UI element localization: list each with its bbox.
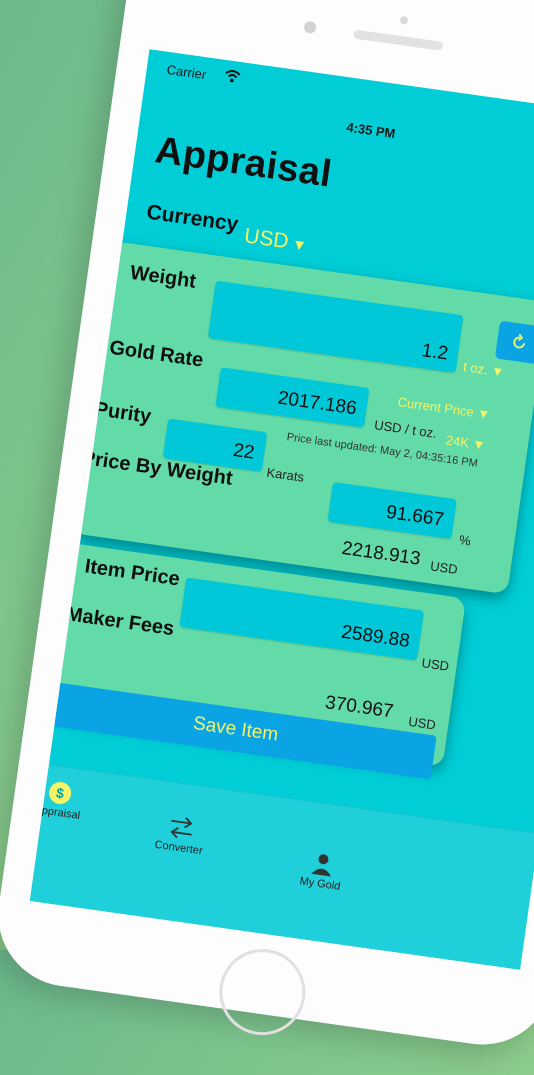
price-source-dropdown[interactable]: Current Price ▼ <box>397 394 491 422</box>
purity-percent-input[interactable]: 91.667 <box>327 481 457 539</box>
price-by-weight-value: 2218.913 <box>340 537 422 570</box>
item-price-label: Item Price <box>83 555 182 591</box>
item-price-unit: USD <box>420 655 451 674</box>
appraisal-card: Weight 1.2 t oz. ▼ Gold Rate 2017.186 US… <box>71 240 534 595</box>
dollar-coin-icon: $ <box>49 781 72 804</box>
status-time: 4:35 PM <box>345 119 397 142</box>
tab-converter[interactable]: Converter <box>138 809 223 860</box>
gold-rate-value: 2017.186 <box>276 387 358 420</box>
maker-fees-value: 370.967 <box>323 692 395 723</box>
chevron-down-icon: ▼ <box>471 436 487 453</box>
currency-label: Currency <box>145 200 240 237</box>
purity-option-value: 24K <box>444 432 470 451</box>
tab-label: My Gold <box>298 875 342 893</box>
purity-karats-unit: Karats <box>265 464 306 485</box>
home-button[interactable] <box>213 943 311 1041</box>
purity-percent-unit: % <box>458 532 472 549</box>
maker-fees-label: Maker Fees <box>64 603 176 641</box>
chevron-down-icon: ▼ <box>490 362 506 380</box>
front-camera <box>303 20 317 35</box>
tab-appraisal[interactable]: $ Appraisal <box>30 776 97 823</box>
proximity-sensor <box>399 15 409 25</box>
maker-fees-unit: USD <box>407 713 437 733</box>
weight-unit: t oz. <box>462 359 489 378</box>
phone-device: Carrier 4:35 PM Appraisal Currency USD▼ … <box>0 0 534 1054</box>
gold-rate-label: Gold Rate <box>108 336 205 372</box>
item-price-input[interactable]: 2589.88 <box>179 577 424 661</box>
tab-bar: $ Appraisal Converter My Gold <box>29 764 534 970</box>
carrier-label: Carrier <box>165 61 208 83</box>
item-price-value: 2589.88 <box>340 621 412 653</box>
weight-input[interactable]: 1.2 <box>207 280 464 373</box>
weight-unit-dropdown[interactable]: t oz. ▼ <box>462 359 505 380</box>
currency-value: USD <box>242 224 290 254</box>
chevron-down-icon: ▼ <box>476 405 492 423</box>
purity-option-dropdown[interactable]: 24K ▼ <box>445 432 486 452</box>
person-icon <box>311 854 332 877</box>
earpiece-speaker <box>352 29 444 51</box>
wifi-icon <box>225 70 241 83</box>
gold-rate-input[interactable]: 2017.186 <box>215 367 370 428</box>
chevron-down-icon: ▼ <box>290 236 308 255</box>
refresh-button[interactable] <box>494 320 534 365</box>
price-by-weight-unit: USD <box>429 558 459 578</box>
currency-dropdown[interactable]: USD▼ <box>243 224 309 257</box>
app-screen: Carrier 4:35 PM Appraisal Currency USD▼ … <box>29 49 534 970</box>
price-source-value: Current Price <box>396 394 475 420</box>
refresh-icon <box>513 333 526 349</box>
tab-label: Appraisal <box>33 803 81 822</box>
page-title: Appraisal <box>152 129 335 196</box>
purity-label: Purity <box>93 398 153 428</box>
tab-my-gold[interactable]: My Gold <box>280 847 365 896</box>
purity-karats-value: 22 <box>231 439 256 464</box>
tab-label: Converter <box>153 838 204 858</box>
purity-percent-value: 91.667 <box>384 501 446 531</box>
gold-rate-unit: USD / t oz. <box>373 417 438 441</box>
arrows-exchange-icon <box>170 817 193 839</box>
weight-label: Weight <box>128 261 198 293</box>
weight-value: 1.2 <box>420 340 450 365</box>
